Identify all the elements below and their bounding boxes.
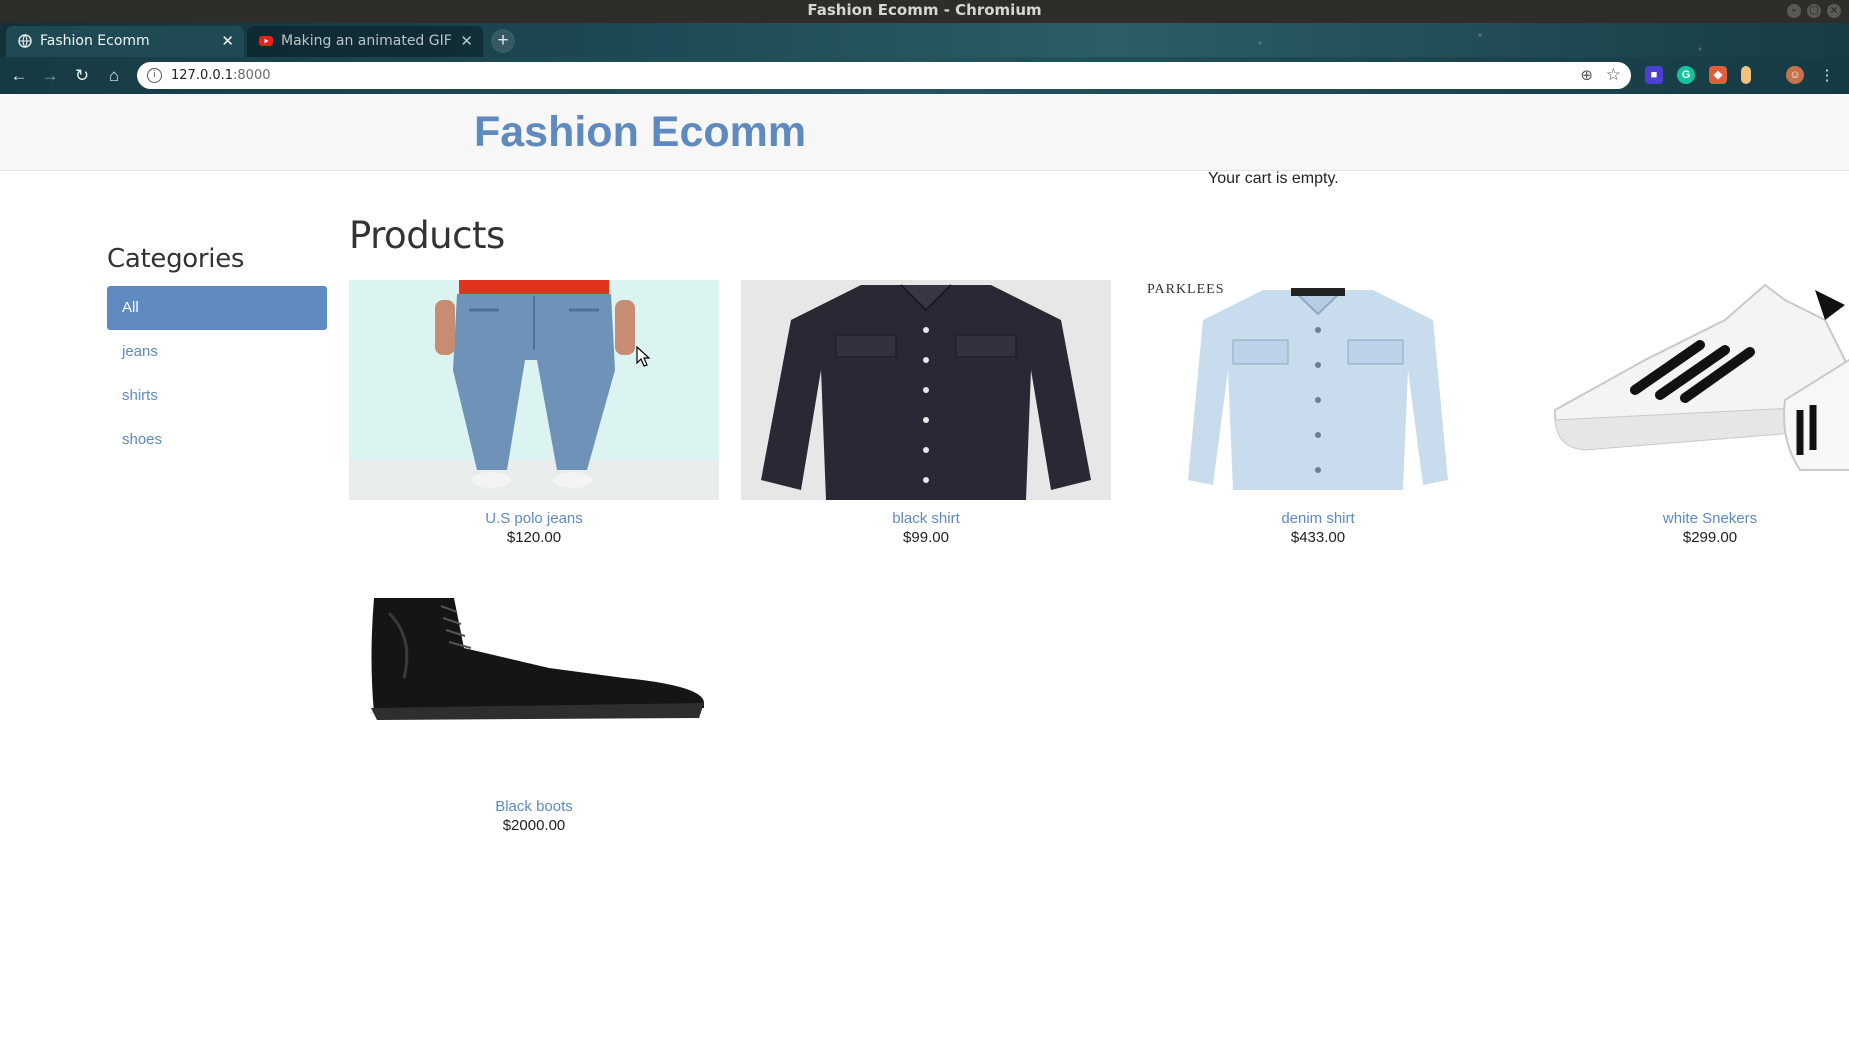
menu-dots-icon[interactable]: ⋮ xyxy=(1816,65,1838,87)
tab-animated-gif[interactable]: Making an animated GIF ✕ xyxy=(247,26,483,57)
address-bar[interactable]: i 127.0.0.1:8000 ⊕ ☆ xyxy=(137,62,1631,89)
minimize-icon[interactable]: – xyxy=(1787,4,1801,18)
black-shirt-image[interactable] xyxy=(741,280,1111,500)
product-name[interactable]: denim shirt xyxy=(1133,510,1503,527)
tab-fashion-ecomm[interactable]: Fashion Ecomm ✕ xyxy=(6,26,244,57)
bookmark-star-icon[interactable]: ☆ xyxy=(1606,62,1621,89)
zoom-icon[interactable]: ⊕ xyxy=(1580,62,1593,89)
tab-strip: Fashion Ecomm ✕ Making an animated GIF ✕… xyxy=(0,23,1849,57)
category-all[interactable]: All xyxy=(107,286,327,330)
close-tab-icon[interactable]: ✕ xyxy=(460,26,473,57)
grammarly-icon[interactable]: G xyxy=(1677,66,1695,84)
jeans-image[interactable] xyxy=(349,280,719,500)
category-shoes[interactable]: shoes xyxy=(107,418,327,462)
brand-watermark: PARKLEES xyxy=(1147,282,1225,297)
info-icon[interactable]: i xyxy=(147,68,162,83)
browser-toolbar: ← → ↻ ⌂ i 127.0.0.1:8000 ⊕ ☆ ■ G ◆ ☺ ⋮ xyxy=(0,57,1849,94)
denim-shirt-illustration xyxy=(1188,288,1448,490)
product-card: PARKLEES denim shirt $433.00 xyxy=(1133,280,1503,546)
sneakers-illustration xyxy=(1553,283,1849,471)
maximize-icon[interactable]: □ xyxy=(1807,4,1821,18)
extension-pencil-icon[interactable] xyxy=(1741,66,1751,84)
category-shirts[interactable]: shirts xyxy=(107,374,327,418)
close-window-icon[interactable]: × xyxy=(1827,4,1841,18)
profile-avatar[interactable]: ☺ xyxy=(1786,66,1804,84)
extension-orange-icon[interactable]: ◆ xyxy=(1709,66,1727,84)
web-page: Fashion Ecomm Your cart is empty. Catego… xyxy=(0,94,1849,1048)
product-price: $2000.00 xyxy=(502,817,566,834)
product-card: U.S polo jeans $120.00 xyxy=(349,280,719,546)
cart-status: Your cart is empty. xyxy=(1208,170,1339,187)
product-card: white Snekers $299.00 xyxy=(1525,280,1849,546)
categories-heading: Categories xyxy=(107,244,245,274)
close-tab-icon[interactable]: ✕ xyxy=(221,26,234,57)
forward-icon[interactable]: → xyxy=(39,65,61,87)
boots-image[interactable] xyxy=(349,568,719,788)
products-heading: Products xyxy=(349,214,505,257)
youtube-icon xyxy=(259,36,273,46)
url-host: 127.0.0.1 xyxy=(171,68,234,83)
product-price: $299.00 xyxy=(1682,529,1738,546)
product-name[interactable]: white Snekers xyxy=(1525,510,1849,527)
new-tab-button[interactable]: + xyxy=(491,29,515,53)
back-icon[interactable]: ← xyxy=(8,65,30,87)
url-text: 127.0.0.1:8000 xyxy=(171,62,271,89)
site-title[interactable]: Fashion Ecomm xyxy=(474,108,806,157)
product-name[interactable]: black shirt xyxy=(741,510,1111,527)
window-controls: – □ × xyxy=(1787,4,1841,18)
url-port: :8000 xyxy=(233,68,271,83)
tab-label: Fashion Ecomm xyxy=(40,33,150,49)
tab-label: Making an animated GIF xyxy=(281,33,452,49)
home-icon[interactable]: ⌂ xyxy=(103,65,125,87)
product-card: black shirt $99.00 xyxy=(741,280,1111,546)
product-name[interactable]: U.S polo jeans xyxy=(349,510,719,527)
reload-icon[interactable]: ↻ xyxy=(71,65,93,87)
boots-illustration xyxy=(369,598,704,720)
categories-sidebar: Categories All jeans shirts shoes xyxy=(107,244,327,462)
product-card: Black boots $2000.00 xyxy=(349,568,719,834)
product-name[interactable]: Black boots xyxy=(349,798,719,815)
window-title: Fashion Ecomm - Chromium xyxy=(807,1,1042,19)
product-price: $99.00 xyxy=(903,529,949,546)
product-price: $120.00 xyxy=(506,529,562,546)
sneakers-image[interactable] xyxy=(1525,280,1849,500)
mouse-cursor-icon xyxy=(636,346,650,367)
product-price: $433.00 xyxy=(1290,529,1346,546)
denim-shirt-image[interactable]: PARKLEES xyxy=(1133,280,1503,500)
globe-icon xyxy=(18,34,32,48)
site-header: Fashion Ecomm xyxy=(0,94,1849,171)
jeans-illustration xyxy=(349,280,719,500)
window-titlebar: Fashion Ecomm - Chromium – □ × xyxy=(0,0,1849,23)
extension-bookmark-icon[interactable]: ■ xyxy=(1645,66,1663,84)
category-jeans[interactable]: jeans xyxy=(107,330,327,374)
black-shirt-illustration xyxy=(761,284,1091,500)
